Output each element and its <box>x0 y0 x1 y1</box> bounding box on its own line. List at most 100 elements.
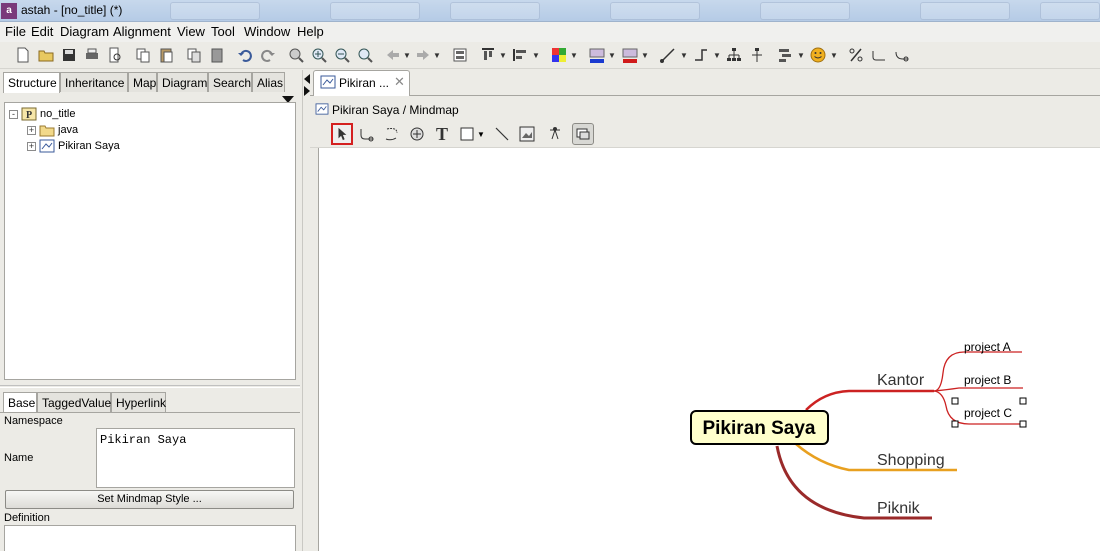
menu-tool[interactable]: Tool <box>211 24 235 39</box>
paste-icon[interactable] <box>157 46 175 64</box>
tab-map[interactable]: Map <box>128 72 157 92</box>
back-arrow-icon[interactable] <box>384 46 402 64</box>
align-top-icon[interactable] <box>479 46 497 64</box>
open-folder-icon[interactable] <box>37 46 55 64</box>
zoom-in-icon[interactable] <box>310 46 328 64</box>
pin-tool-icon[interactable] <box>544 123 566 145</box>
branch-line-kantor[interactable] <box>805 389 934 411</box>
zoom-out-icon[interactable] <box>333 46 351 64</box>
chevron-down-icon[interactable]: ▼ <box>830 46 838 64</box>
tree-item-label: no_title <box>40 108 76 120</box>
name-field[interactable]: Pikiran Saya <box>96 428 295 488</box>
topic-shopping[interactable]: Shopping <box>877 452 945 469</box>
line-shape-icon[interactable] <box>692 46 710 64</box>
chevron-down-icon[interactable]: ▼ <box>680 46 688 64</box>
expand-icon[interactable]: + <box>27 125 36 135</box>
rectangle-tool-icon[interactable] <box>456 123 478 145</box>
zoom-icon[interactable] <box>287 46 305 64</box>
topic-piknik[interactable]: Piknik <box>877 500 921 517</box>
undo-icon[interactable] <box>236 46 254 64</box>
picture-tool-icon[interactable] <box>516 123 538 145</box>
menu-help[interactable]: Help <box>297 24 324 39</box>
mindmap-diagram[interactable]: Pikiran Saya Kantor Shopping Piknik proj… <box>319 148 1100 551</box>
emoticon-icon[interactable] <box>809 46 827 64</box>
tab-mindmap-document[interactable]: Pikiran ... ✕ <box>313 70 410 96</box>
menu-window[interactable]: Window <box>244 24 290 39</box>
tab-alias[interactable]: Alias <box>252 72 285 92</box>
menu-edit[interactable]: Edit <box>31 24 53 39</box>
align-left-icon[interactable] <box>511 46 529 64</box>
diagram-canvas[interactable]: Pikiran Saya Kantor Shopping Piknik proj… <box>318 148 1100 551</box>
panel-splitter[interactable] <box>302 70 310 551</box>
set-mindmap-style-button[interactable]: Set Mindmap Style ... <box>5 490 294 509</box>
text-tool-icon[interactable]: T <box>431 123 453 145</box>
frame-tool-icon[interactable] <box>572 123 594 145</box>
paste-image-icon[interactable] <box>208 46 226 64</box>
new-file-icon[interactable] <box>14 46 32 64</box>
topic-kantor[interactable]: Kantor <box>877 372 925 389</box>
collapse-icon[interactable]: - <box>9 109 18 119</box>
copy-icon[interactable] <box>134 46 152 64</box>
menu-file[interactable]: File <box>5 24 26 39</box>
tab-diagram[interactable]: Diagram <box>157 72 208 92</box>
tab-search[interactable]: Search <box>208 72 252 92</box>
menu-alignment[interactable]: Alignment <box>113 24 171 39</box>
model-browser-icon[interactable] <box>451 46 469 64</box>
central-topic-label: Pikiran Saya <box>702 418 815 439</box>
copy-image-icon[interactable] <box>185 46 203 64</box>
selection-handle[interactable] <box>951 397 959 405</box>
percent-icon[interactable] <box>847 46 865 64</box>
chevron-down-icon[interactable]: ▼ <box>532 46 540 64</box>
tree-item-project[interactable]: - P no_title <box>9 106 75 122</box>
tab-hyperlink[interactable]: Hyperlink <box>111 392 166 412</box>
redo-icon[interactable] <box>259 46 277 64</box>
lasso-tool-icon[interactable] <box>381 123 403 145</box>
panel-divider[interactable] <box>0 385 300 388</box>
chevron-down-icon[interactable]: ▼ <box>608 46 616 64</box>
print-preview-icon[interactable] <box>106 46 124 64</box>
stack-layout-icon[interactable] <box>776 46 794 64</box>
tab-base[interactable]: Base <box>3 392 37 413</box>
select-tool-icon[interactable] <box>331 123 353 145</box>
color-palette-icon[interactable] <box>550 46 568 64</box>
chevron-down-icon[interactable]: ▼ <box>570 46 578 64</box>
definition-field[interactable] <box>4 525 296 551</box>
chevron-down-icon[interactable]: ▼ <box>433 46 441 64</box>
selection-handle[interactable] <box>1019 397 1027 405</box>
branch-line-project-b[interactable] <box>933 387 1023 392</box>
tab-inheritance[interactable]: Inheritance <box>60 72 128 92</box>
line-color-icon[interactable] <box>588 46 606 64</box>
tab-taggedvalue[interactable]: TaggedValue <box>37 392 111 412</box>
tree-item-java[interactable]: + java <box>27 122 78 138</box>
chevron-down-icon[interactable]: ▼ <box>641 46 649 64</box>
zoom-fit-icon[interactable] <box>356 46 374 64</box>
menu-diagram[interactable]: Diagram <box>60 24 109 39</box>
straight-line-tool-icon[interactable] <box>491 123 513 145</box>
save-icon[interactable] <box>60 46 78 64</box>
curve-connector-icon[interactable] <box>893 46 911 64</box>
close-icon[interactable]: ✕ <box>394 74 405 90</box>
topic-project-b[interactable]: project B <box>964 373 1011 387</box>
chevron-down-icon[interactable]: ▼ <box>403 46 411 64</box>
topic-project-a[interactable]: project A <box>964 340 1011 354</box>
chevron-down-icon[interactable]: ▼ <box>499 46 507 64</box>
tree-layout-icon[interactable] <box>725 46 743 64</box>
chevron-down-icon[interactable]: ▼ <box>476 123 486 145</box>
expand-icon[interactable]: + <box>27 141 36 151</box>
tab-structure[interactable]: Structure <box>3 72 60 93</box>
tree-item-mindmap[interactable]: + Pikiran Saya <box>27 138 120 154</box>
line-tool-icon[interactable] <box>356 123 378 145</box>
line-style-icon[interactable] <box>659 46 677 64</box>
image-tool-icon[interactable] <box>406 123 428 145</box>
curve-line-icon[interactable] <box>870 46 888 64</box>
chevron-down-icon[interactable]: ▼ <box>797 46 805 64</box>
print-icon[interactable] <box>83 46 101 64</box>
hierarchy-layout-icon[interactable] <box>748 46 766 64</box>
fill-color-icon[interactable] <box>621 46 639 64</box>
selection-handle[interactable] <box>1019 420 1027 428</box>
forward-arrow-icon[interactable] <box>414 46 432 64</box>
topic-project-c[interactable]: project C <box>964 406 1012 420</box>
selection-handle[interactable] <box>951 420 959 428</box>
chevron-down-icon[interactable]: ▼ <box>713 46 721 64</box>
menu-view[interactable]: View <box>177 24 205 39</box>
